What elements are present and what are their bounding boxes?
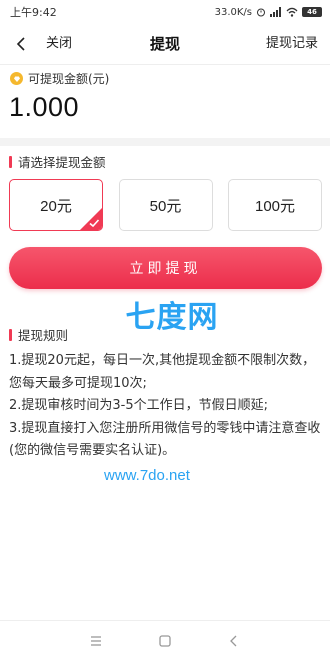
balance-label-row: 可提现金额(元) <box>10 70 109 87</box>
status-indicators: 33.0K/s 46 <box>215 7 322 18</box>
network-speed: 33.0K/s <box>214 6 252 18</box>
select-amount-title: 请选择提现金额 <box>18 155 106 170</box>
back-arrow-icon[interactable] <box>12 34 32 54</box>
withdraw-now-button[interactable]: 立即提现 <box>9 247 322 289</box>
wifi-icon <box>286 7 298 17</box>
coin-icon <box>10 72 23 85</box>
close-button[interactable]: 关闭 <box>46 24 72 64</box>
section-separator <box>0 138 330 146</box>
check-icon <box>89 219 100 228</box>
select-amount-heading: 请选择提现金额 <box>9 152 106 171</box>
watermark-logo-text: 七度网 <box>125 300 219 335</box>
rules-title: 提现规则 <box>18 328 69 343</box>
rule-item: 2.提现审核时间为3-5个工作日，节假日顺延; <box>9 398 269 413</box>
amount-option-label: 100元 <box>254 197 296 215</box>
rule-item: 3.提现直接打入您注册所用微信号的零钱中请注意查收(您的微信号需要实名认证)。 <box>9 420 321 459</box>
balance-value: 1.000 <box>9 92 80 122</box>
section-marker <box>9 328 12 341</box>
status-time: 上午9:42 <box>10 6 57 19</box>
amount-option-label: 20元 <box>40 197 72 215</box>
back-icon[interactable] <box>226 633 242 649</box>
rule-item: 1.提现20元起，每日一次,其他提现金额不限制次数，您每天最多可提现10次; <box>9 353 316 391</box>
amount-option-100[interactable]: 100元 <box>228 179 322 231</box>
watermark-url: www.7do.net <box>104 467 190 484</box>
section-marker <box>9 155 12 168</box>
balance-label: 可提现金额(元) <box>28 72 110 86</box>
nav-divider <box>0 64 330 65</box>
battery-icon: 46 <box>302 7 322 17</box>
withdraw-record-link[interactable]: 提现记录 <box>266 24 318 64</box>
alarm-icon <box>257 8 265 17</box>
amount-options: 20元 50元 100元 <box>9 179 322 231</box>
signal-icon <box>270 7 281 17</box>
rules-heading: 提现规则 <box>9 325 68 344</box>
nav-bar: 关闭 提现 提现记录 <box>0 24 330 64</box>
watermark-logo: 七度网 <box>112 300 232 336</box>
amount-option-label: 50元 <box>149 197 182 215</box>
amount-option-20[interactable]: 20元 <box>9 179 103 231</box>
rules-list: 1.提现20元起，每日一次,其他提现金额不限制次数，您每天最多可提现10次; 2… <box>9 350 323 463</box>
home-icon[interactable] <box>157 633 173 649</box>
status-bar: 上午9:42 33.0K/s 46 <box>0 0 330 24</box>
menu-icon[interactable] <box>88 633 104 649</box>
system-nav-bar <box>0 620 330 660</box>
amount-option-50[interactable]: 50元 <box>118 179 213 231</box>
